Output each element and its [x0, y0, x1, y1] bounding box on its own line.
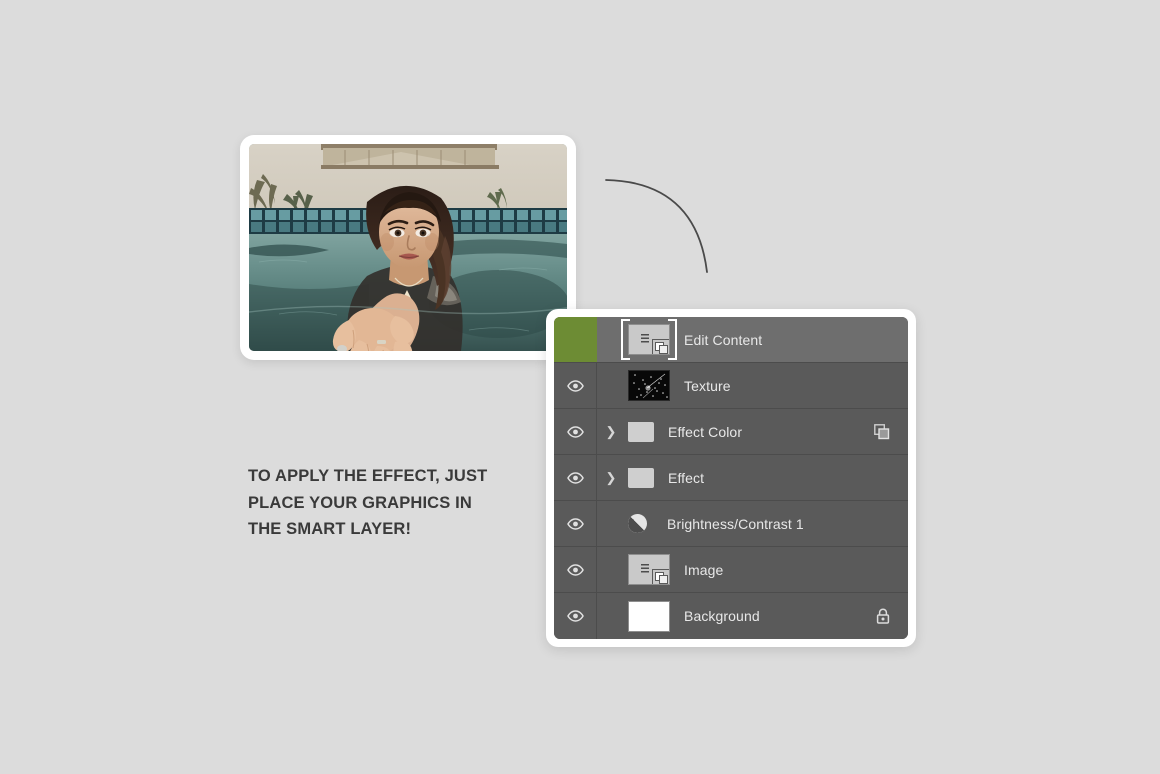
layer-thumbnail[interactable]: [628, 554, 670, 585]
eye-icon[interactable]: [566, 425, 584, 438]
eye-icon[interactable]: [566, 517, 584, 530]
smart-object-badge: [652, 339, 669, 354]
thumbnail-image: [628, 370, 670, 401]
thumbnail-glyph: [641, 564, 649, 574]
folder-icon: [628, 467, 654, 488]
layer-name: Effect: [668, 469, 705, 486]
layer-visibility-toggle[interactable]: [554, 409, 597, 454]
layer-visibility-toggle[interactable]: [554, 363, 597, 408]
thumbnail-image: [628, 554, 670, 585]
thumbnail-glyph: [641, 334, 649, 344]
layer-name: Effect Color: [668, 423, 743, 440]
layer-thumbnail[interactable]: [628, 514, 647, 533]
chevron-spacer: ❯: [602, 333, 620, 346]
chevron-right-icon[interactable]: ❯: [602, 471, 620, 484]
layer-thumbnail[interactable]: [628, 600, 670, 632]
layer-row[interactable]: ❯ Background: [554, 593, 908, 639]
selected-layer-accent-bar: [554, 317, 597, 362]
eye-icon[interactable]: [566, 563, 584, 576]
layers-list: ❯ Edit Content ❯ Texture ❯ Effect Color ❯ E…: [554, 317, 908, 639]
layer-visibility-toggle[interactable]: [554, 501, 597, 546]
layer-row[interactable]: ❯ Texture: [554, 363, 908, 409]
layer-name: Background: [684, 608, 760, 624]
photo-frame: [249, 144, 567, 351]
smart-filter-icon[interactable]: [874, 423, 890, 440]
layer-visibility-toggle[interactable]: [554, 547, 597, 592]
layer-name: Image: [684, 561, 724, 578]
caption-line-3: THE SMART LAYER!: [248, 520, 412, 539]
smart-object-badge: [652, 569, 669, 584]
texture-thumbnail-art: [633, 373, 668, 399]
lock-icon[interactable]: [876, 608, 890, 624]
chevron-right-icon[interactable]: ❯: [602, 425, 620, 438]
layer-row[interactable]: ❯ Image: [554, 547, 908, 593]
chevron-spacer: ❯: [602, 610, 620, 623]
layer-visibility-toggle[interactable]: [554, 455, 597, 500]
layers-panel: ❯ Edit Content ❯ Texture ❯ Effect Color ❯ E…: [546, 309, 916, 647]
caption-line-2: PLACE YOUR GRAPHICS IN: [248, 493, 472, 512]
eye-icon[interactable]: [566, 379, 584, 392]
brightness-contrast-icon: [628, 514, 647, 533]
layer-thumbnail[interactable]: [628, 370, 670, 401]
folder-icon: [628, 421, 654, 442]
layer-name: Texture: [684, 377, 731, 394]
eye-icon[interactable]: [566, 471, 584, 484]
smart-filter-icon[interactable]: [874, 423, 890, 440]
thumbnail-image: [628, 324, 670, 355]
instruction-caption: TO APPLY THE EFFECT, JUST PLACE YOUR GRA…: [248, 463, 528, 543]
chevron-spacer: ❯: [602, 379, 620, 392]
layer-name: Edit Content: [684, 331, 763, 348]
layer-thumbnail[interactable]: [621, 319, 677, 360]
chevron-spacer: ❯: [602, 517, 620, 530]
layer-thumbnail[interactable]: [628, 467, 654, 488]
layer-thumbnail[interactable]: [628, 421, 654, 442]
layer-name: Brightness/Contrast 1: [667, 515, 804, 532]
chevron-spacer: ❯: [602, 563, 620, 576]
pool-portrait-image: [249, 144, 567, 351]
layer-visibility-toggle[interactable]: [554, 593, 597, 639]
eye-icon[interactable]: [566, 610, 584, 622]
layer-row[interactable]: ❯ Effect Color: [554, 409, 908, 455]
layer-row[interactable]: ❯ Effect: [554, 455, 908, 501]
curved-connector-arrow: [605, 179, 708, 273]
layer-row[interactable]: ❯ Brightness/Contrast 1: [554, 501, 908, 547]
thumbnail-image: [628, 600, 670, 632]
lock-icon[interactable]: [876, 608, 890, 624]
caption-line-1: TO APPLY THE EFFECT, JUST: [248, 467, 488, 485]
layer-row[interactable]: ❯ Edit Content: [554, 317, 908, 363]
photo-card[interactable]: [240, 135, 576, 360]
